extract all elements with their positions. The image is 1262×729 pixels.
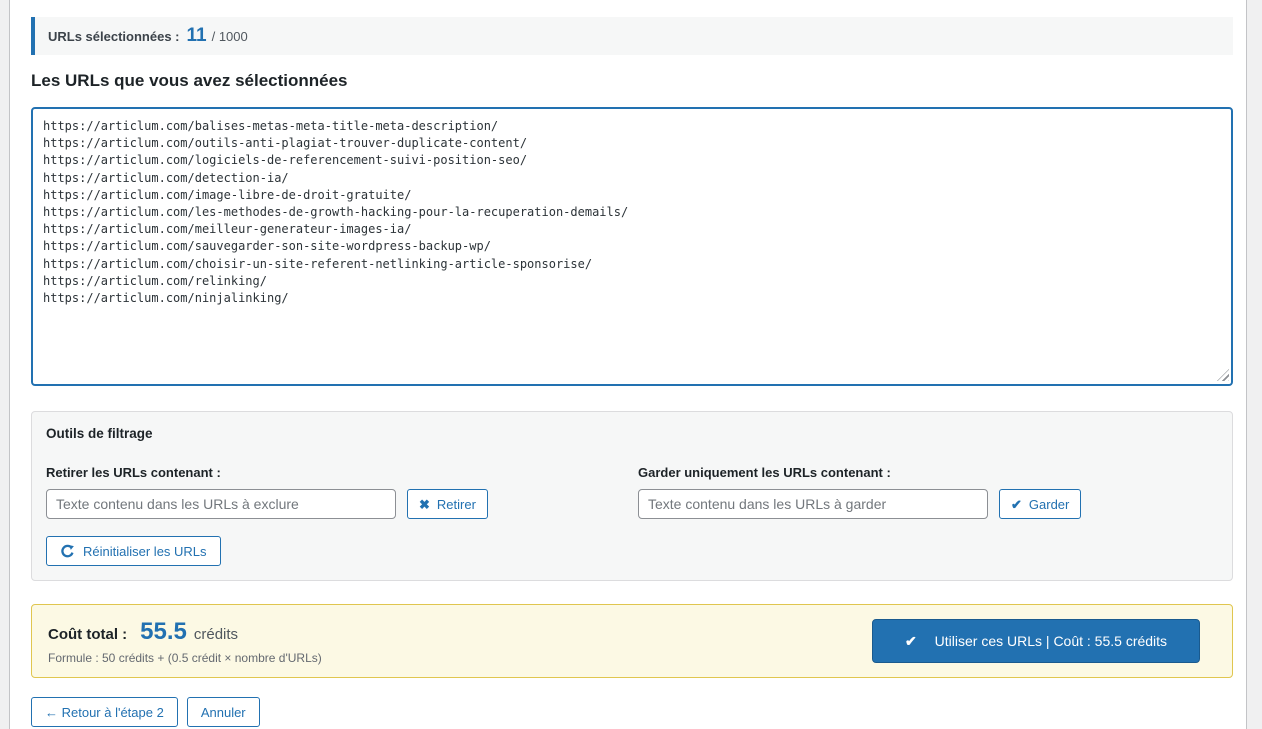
back-to-step-2-button[interactable]: ← Retour à l'étape 2 (31, 697, 178, 727)
use-urls-button[interactable]: ✔ Utiliser ces URLs | Coût : 55.5 crédit… (872, 619, 1200, 663)
page-title: Les URLs que vous avez sélectionnées (31, 71, 1233, 91)
cost-label: Coût total : (48, 626, 127, 643)
refresh-icon (60, 544, 75, 559)
filter-tools-panel: Outils de filtrage Retirer les URLs cont… (31, 411, 1233, 581)
use-urls-button-label: Utiliser ces URLs | Coût : 55.5 crédits (935, 633, 1167, 649)
reset-urls-button-label: Réinitialiser les URLs (83, 544, 207, 559)
cancel-button[interactable]: Annuler (187, 697, 260, 727)
url-selection-panel: URLs sélectionnées : 11 / 1000 Les URLs … (11, 0, 1245, 729)
selected-urls-count: 11 (187, 25, 207, 47)
keep-button-label: Garder (1029, 497, 1069, 512)
left-scrollbar-gutter (0, 0, 10, 729)
filter-tools-title: Outils de filtrage (46, 426, 1218, 441)
reset-urls-button[interactable]: Réinitialiser les URLs (46, 536, 221, 566)
remove-button-label: Retirer (437, 497, 476, 512)
cost-unit: crédits (194, 626, 238, 643)
selected-urls-summary-bar: URLs sélectionnées : 11 / 1000 (31, 17, 1233, 55)
selected-urls-max: / 1000 (212, 29, 248, 44)
urls-textarea-wrapper: https://articlum.com/balises-metas-meta-… (31, 107, 1233, 386)
cost-value: 55.5 (140, 618, 187, 646)
selected-urls-textarea[interactable]: https://articlum.com/balises-metas-meta-… (31, 107, 1233, 386)
keep-filter-input[interactable] (638, 489, 988, 519)
selected-urls-label: URLs sélectionnées : (48, 29, 180, 44)
remove-button[interactable]: ✖ Retirer (407, 489, 488, 519)
cost-info: Coût total : 55.5 crédits Formule : 50 c… (48, 618, 322, 665)
keep-filter-label: Garder uniquement les URLs contenant : (638, 465, 1218, 480)
remove-filter-input[interactable] (46, 489, 396, 519)
keep-button[interactable]: ✔ Garder (999, 489, 1081, 519)
remove-filter-group: Retirer les URLs contenant : ✖ Retirer (46, 465, 638, 519)
total-cost-panel: Coût total : 55.5 crédits Formule : 50 c… (31, 604, 1233, 678)
check-icon: ✔ (1011, 498, 1022, 511)
keep-filter-group: Garder uniquement les URLs contenant : ✔… (638, 465, 1218, 519)
check-icon: ✔ (905, 634, 917, 648)
right-scrollbar-track[interactable] (1246, 0, 1262, 729)
cost-formula: Formule : 50 crédits + (0.5 crédit × nom… (48, 651, 322, 665)
remove-filter-label: Retirer les URLs contenant : (46, 465, 638, 480)
footer-actions: ← Retour à l'étape 2 Annuler (31, 697, 1233, 727)
x-icon: ✖ (419, 498, 430, 511)
